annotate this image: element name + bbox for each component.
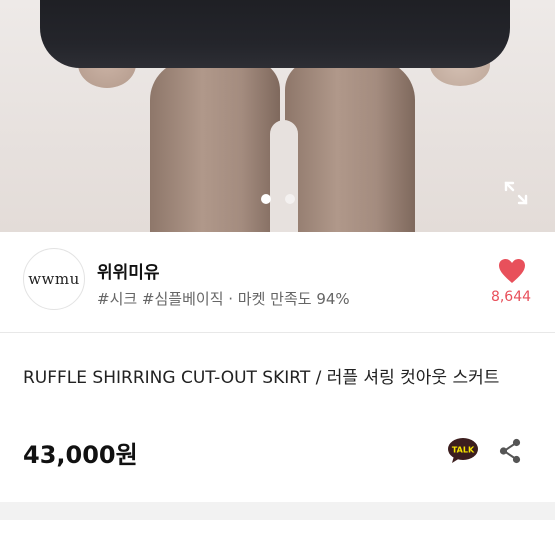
seller-name[interactable]: 위위미유 [97,258,160,283]
heart-icon[interactable] [498,258,526,284]
product-price: 43,000원 [23,441,138,469]
product-title: RUFFLE SHIRRING CUT-OUT SKIRT / 러플 셔링 컷아… [23,368,500,388]
carousel-indicator [0,194,555,204]
kakaotalk-label: TALK [452,446,475,455]
carousel-dot[interactable] [284,194,295,204]
carousel-dot-active[interactable] [260,194,271,204]
like-count: 8,644 [490,289,532,305]
seller-tags: #시크 #심플베이직 · 마켓 만족도 94% [97,290,350,308]
share-icon[interactable] [497,438,523,464]
section-divider [0,332,555,333]
photo-skirt [40,0,510,68]
product-image[interactable] [0,0,555,232]
kakaotalk-icon[interactable]: TALK [447,437,479,465]
section-separator [0,502,555,520]
seller-logo-text: wwmu [28,270,80,288]
seller-logo[interactable]: wwmu [23,248,85,310]
photo-leg-left [150,60,280,232]
photo-background-gap [270,120,298,232]
expand-icon[interactable] [503,180,529,206]
photo-leg-right [285,60,415,232]
